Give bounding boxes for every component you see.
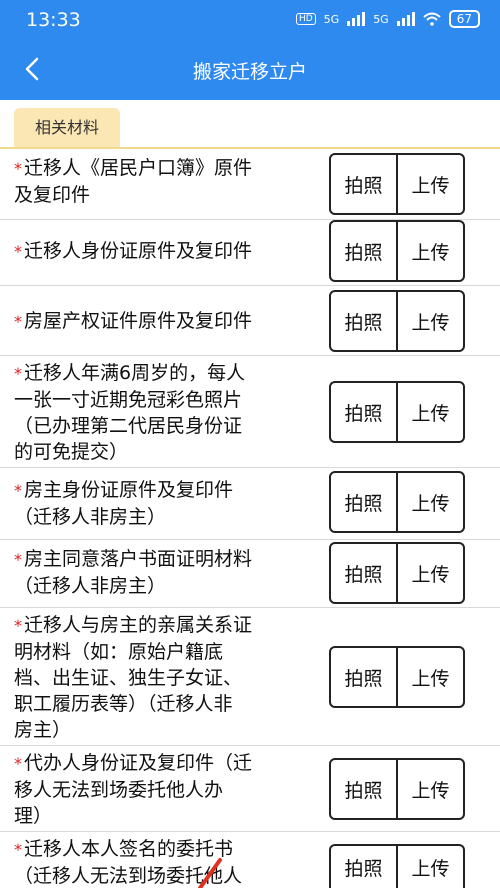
photo-button[interactable]: 拍照	[331, 292, 396, 350]
signal-icon	[347, 12, 366, 26]
upload-button[interactable]: 上传	[398, 648, 463, 706]
required-mark: *	[14, 550, 22, 569]
status-bar: 13:33 HD 5G 5G 67	[0, 0, 500, 40]
material-label: * 迁移人年满6周岁的，每人 一张一寸近期免冠彩色照片 （已办理第二代居民身份证 的可免…	[14, 362, 246, 463]
material-label: * 房屋产权证件原件及复印件	[14, 310, 253, 332]
material-row: * 房主身份证原件及复印件 （迁移人非房主） 拍照 上传	[0, 468, 500, 540]
material-row: * 迁移人与房主的亲属关系证 明材料（如：原始户籍底 档、出生证、独生子女证、 职工履历…	[0, 608, 500, 746]
required-mark: *	[14, 840, 22, 859]
photo-button[interactable]: 拍照	[331, 473, 396, 531]
upload-button[interactable]: 上传	[398, 473, 463, 531]
required-mark: *	[14, 159, 22, 178]
material-label: * 迁移人与房主的亲属关系证 明材料（如：原始户籍底 档、出生证、独生子女证、 职工履历…	[14, 614, 253, 741]
required-mark: *	[14, 616, 22, 635]
photo-button[interactable]: 拍照	[331, 383, 396, 441]
action-button-group: 拍照 上传	[329, 381, 465, 443]
required-mark: *	[14, 312, 22, 331]
signal-icon-2	[396, 12, 415, 26]
material-label: * 迁移人本人签名的委托书 （迁移人无法到场委托他人	[14, 838, 243, 887]
upload-button[interactable]: 上传	[398, 222, 463, 280]
battery-icon: 67	[448, 10, 480, 28]
action-button-group: 拍照 上传	[329, 646, 465, 708]
action-button-group: 拍照 上传	[329, 290, 465, 352]
material-row: * 迁移人《居民户口簿》原件 及复印件 拍照 上传	[0, 149, 500, 220]
required-mark: *	[14, 754, 22, 773]
action-button-group: 拍照 上传	[329, 542, 465, 604]
upload-button[interactable]: 上传	[398, 292, 463, 350]
material-row: * 代办人身份证及复印件（迁 移人无法到场委托他人办 理） 拍照 上传	[0, 746, 500, 832]
required-mark: *	[14, 242, 22, 261]
material-row: * 迁移人本人签名的委托书 （迁移人无法到场委托他人 拍照 上传	[0, 832, 500, 888]
upload-button[interactable]: 上传	[398, 544, 463, 602]
action-button-group: 拍照 上传	[329, 153, 465, 215]
material-row: * 迁移人年满6周岁的，每人 一张一寸近期免冠彩色照片 （已办理第二代居民身份证 的可免…	[0, 356, 500, 468]
photo-button[interactable]: 拍照	[331, 155, 396, 213]
page-title: 搬家迁移立户	[192, 61, 307, 83]
signal-5g-label-2: 5G	[373, 12, 389, 26]
upload-button[interactable]: 上传	[398, 383, 463, 441]
required-mark: *	[14, 481, 22, 500]
action-button-group: 拍照 上传	[329, 844, 465, 888]
photo-button[interactable]: 拍照	[331, 760, 396, 818]
section-tab-materials: 相关材料	[14, 108, 120, 148]
material-row: * 房主同意落户书面证明材料 （迁移人非房主） 拍照 上传	[0, 540, 500, 608]
material-label: * 房主身份证原件及复印件 （迁移人非房主）	[14, 479, 234, 528]
material-label: * 代办人身份证及复印件（迁 移人无法到场委托他人办 理）	[14, 752, 253, 827]
hd-indicator: HD	[295, 13, 316, 25]
material-row: * 房屋产权证件原件及复印件 拍照 上传	[0, 286, 500, 356]
material-label: * 迁移人《居民户口簿》原件 及复印件	[14, 157, 253, 206]
action-button-group: 拍照 上传	[329, 220, 465, 282]
upload-button[interactable]: 上传	[398, 846, 463, 888]
photo-button[interactable]: 拍照	[331, 544, 396, 602]
material-label: * 迁移人身份证原件及复印件	[14, 240, 253, 262]
upload-button[interactable]: 上传	[398, 155, 463, 213]
action-button-group: 拍照 上传	[329, 471, 465, 533]
material-row: * 迁移人身份证原件及复印件 拍照 上传	[0, 220, 500, 286]
annotation-pen-stroke	[198, 858, 222, 888]
material-label: * 房主同意落户书面证明材料 （迁移人非房主）	[14, 548, 253, 597]
nav-bar: 搬家迁移立户	[0, 40, 500, 100]
status-time: 13:33	[26, 9, 81, 31]
action-button-group: 拍照 上传	[329, 758, 465, 820]
signal-5g-label: 5G	[323, 12, 340, 26]
upload-button[interactable]: 上传	[398, 760, 463, 818]
status-icons: HD 5G 5G 67	[295, 10, 480, 28]
photo-button[interactable]: 拍照	[331, 846, 396, 888]
photo-button[interactable]: 拍照	[331, 648, 396, 706]
required-mark: *	[14, 364, 22, 383]
photo-button[interactable]: 拍照	[331, 222, 396, 280]
wifi-icon	[423, 12, 441, 26]
